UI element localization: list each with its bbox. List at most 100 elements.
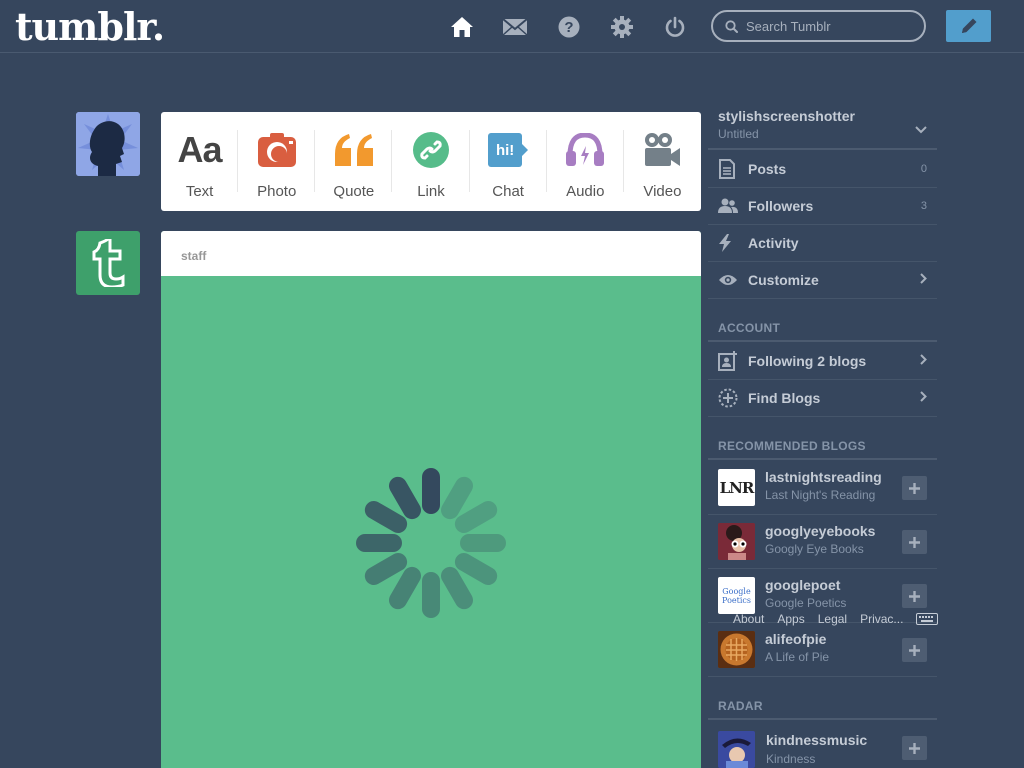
blog-name: stylishscreenshotter [718, 108, 855, 124]
followers-count: 3 [920, 200, 927, 212]
mail-icon[interactable] [502, 14, 528, 40]
recommended-blog-item[interactable]: alifeofpie A Life of Pie [708, 623, 937, 677]
video-camera-icon [643, 130, 681, 170]
sidebar-item-label: Following 2 blogs [748, 353, 867, 369]
plus-icon [909, 742, 920, 754]
footer-link-about[interactable]: About [733, 612, 764, 626]
post-type-label: Video [643, 183, 682, 200]
search-input[interactable] [746, 18, 916, 34]
follow-button[interactable] [902, 736, 927, 760]
chevron-right-icon [920, 352, 927, 370]
chevron-right-icon [920, 271, 927, 289]
tumblr-logo[interactable]: tumblr. [15, 4, 165, 49]
top-header: tumblr. ? [0, 0, 1024, 53]
post-author[interactable]: staff [181, 249, 206, 263]
blog-thumbnail: LNR [718, 469, 755, 506]
recommended-heading: RECOMMENDED BLOGS [718, 439, 866, 453]
post-type-audio[interactable]: Audio [547, 112, 624, 211]
post-type-label: Quote [333, 183, 375, 200]
post-type-link[interactable]: Link [392, 112, 470, 211]
follow-button[interactable] [902, 530, 927, 554]
recommended-blog-item[interactable]: googlyeyebooks Googly Eye Books [708, 515, 937, 569]
blog-title: Googly Eye Books [765, 542, 864, 556]
chat-icon: hi! [488, 130, 529, 170]
footer-link-apps[interactable]: Apps [777, 612, 804, 626]
sidebar-item-label: Posts [748, 161, 787, 177]
link-icon [412, 130, 449, 170]
footer-link-legal[interactable]: Legal [818, 612, 847, 626]
search-icon [725, 19, 738, 33]
radar-blog-item[interactable]: kindnessmusic Kindness [708, 722, 937, 768]
post-type-label: Link [417, 183, 445, 200]
posts-icon [708, 159, 748, 179]
power-icon[interactable] [662, 14, 688, 40]
compose-button[interactable] [946, 10, 991, 42]
post-type-bar: Aa Text Photo Quote Link hi! Chat Audio … [161, 112, 701, 211]
sidebar-item-find-blogs[interactable]: Find Blogs [708, 380, 937, 417]
post-type-quote[interactable]: Quote [315, 112, 393, 211]
blog-title: Last Night's Reading [765, 488, 876, 502]
chevron-right-icon [920, 389, 927, 407]
home-icon[interactable] [449, 14, 475, 40]
search-box[interactable] [711, 10, 926, 42]
radar-heading: RADAR [718, 699, 763, 713]
post-type-photo[interactable]: Photo [238, 112, 316, 211]
chevron-down-icon [915, 121, 927, 139]
blog-title: Kindness [766, 752, 816, 766]
dashboard-post: staff [161, 231, 701, 768]
text-icon: Aa [177, 129, 223, 170]
svg-text:?: ? [564, 19, 573, 36]
gear-icon[interactable] [609, 14, 635, 40]
blog-title: Google Poetics [765, 596, 847, 610]
post-type-label: Audio [566, 183, 605, 200]
footer-link-privacy[interactable]: Privac... [860, 612, 903, 626]
post-type-label: Chat [492, 183, 524, 200]
user-avatar[interactable] [76, 112, 140, 176]
followers-icon [708, 198, 748, 214]
blog-title: A Life of Pie [765, 650, 830, 664]
quote-icon [333, 130, 375, 170]
account-heading: ACCOUNT [718, 321, 781, 335]
recommended-blog-item[interactable]: LNR lastnightsreading Last Night's Readi… [708, 461, 937, 515]
lightning-icon [708, 234, 748, 252]
sidebar-item-posts[interactable]: Posts 0 [708, 151, 937, 188]
blog-name: alifeofpie [765, 631, 827, 647]
spinner-segment [422, 468, 440, 514]
sidebar-item-customize[interactable]: Customize [708, 262, 937, 299]
blog-thumbnail: Google Poetics [718, 577, 755, 614]
post-type-chat[interactable]: hi! Chat [470, 112, 547, 211]
section-divider [708, 340, 937, 342]
spinner-segment [356, 534, 402, 552]
blog-thumbnail [718, 731, 755, 768]
post-type-video[interactable]: Video [624, 112, 701, 211]
follow-button[interactable] [902, 638, 927, 662]
posts-count: 0 [920, 163, 927, 175]
spinner-segment [460, 534, 506, 552]
help-icon[interactable]: ? [556, 14, 582, 40]
blog-selector[interactable]: stylishscreenshotter Untitled [708, 106, 937, 150]
sidebar-item-following[interactable]: Following 2 blogs [708, 343, 937, 380]
post-type-text[interactable]: Aa Text [161, 112, 239, 211]
blog-name: googlepoet [765, 577, 841, 593]
blog-thumbnail [718, 523, 755, 560]
sidebar-item-followers[interactable]: Followers 3 [708, 188, 937, 225]
eye-icon [708, 274, 748, 286]
sidebar-item-activity[interactable]: Activity [708, 225, 937, 262]
pencil-icon [961, 18, 976, 33]
plus-icon [909, 536, 920, 548]
plus-icon [909, 644, 920, 656]
keyboard-shortcuts-icon[interactable] [916, 612, 938, 625]
blog-title: Untitled [718, 127, 759, 141]
tumblr-t-icon [92, 239, 125, 287]
sidebar-item-label: Followers [748, 198, 814, 214]
compass-icon [708, 388, 748, 408]
sidebar-item-label: Activity [748, 235, 799, 251]
plus-icon [909, 482, 920, 494]
blog-thumbnail [718, 631, 755, 668]
blog-name: kindnessmusic [766, 732, 868, 748]
follow-button[interactable] [902, 476, 927, 500]
staff-avatar[interactable] [76, 231, 140, 295]
follow-button[interactable] [902, 584, 927, 608]
post-type-label: Photo [257, 183, 297, 200]
footer-links: About Apps Legal Privac... [733, 612, 903, 626]
